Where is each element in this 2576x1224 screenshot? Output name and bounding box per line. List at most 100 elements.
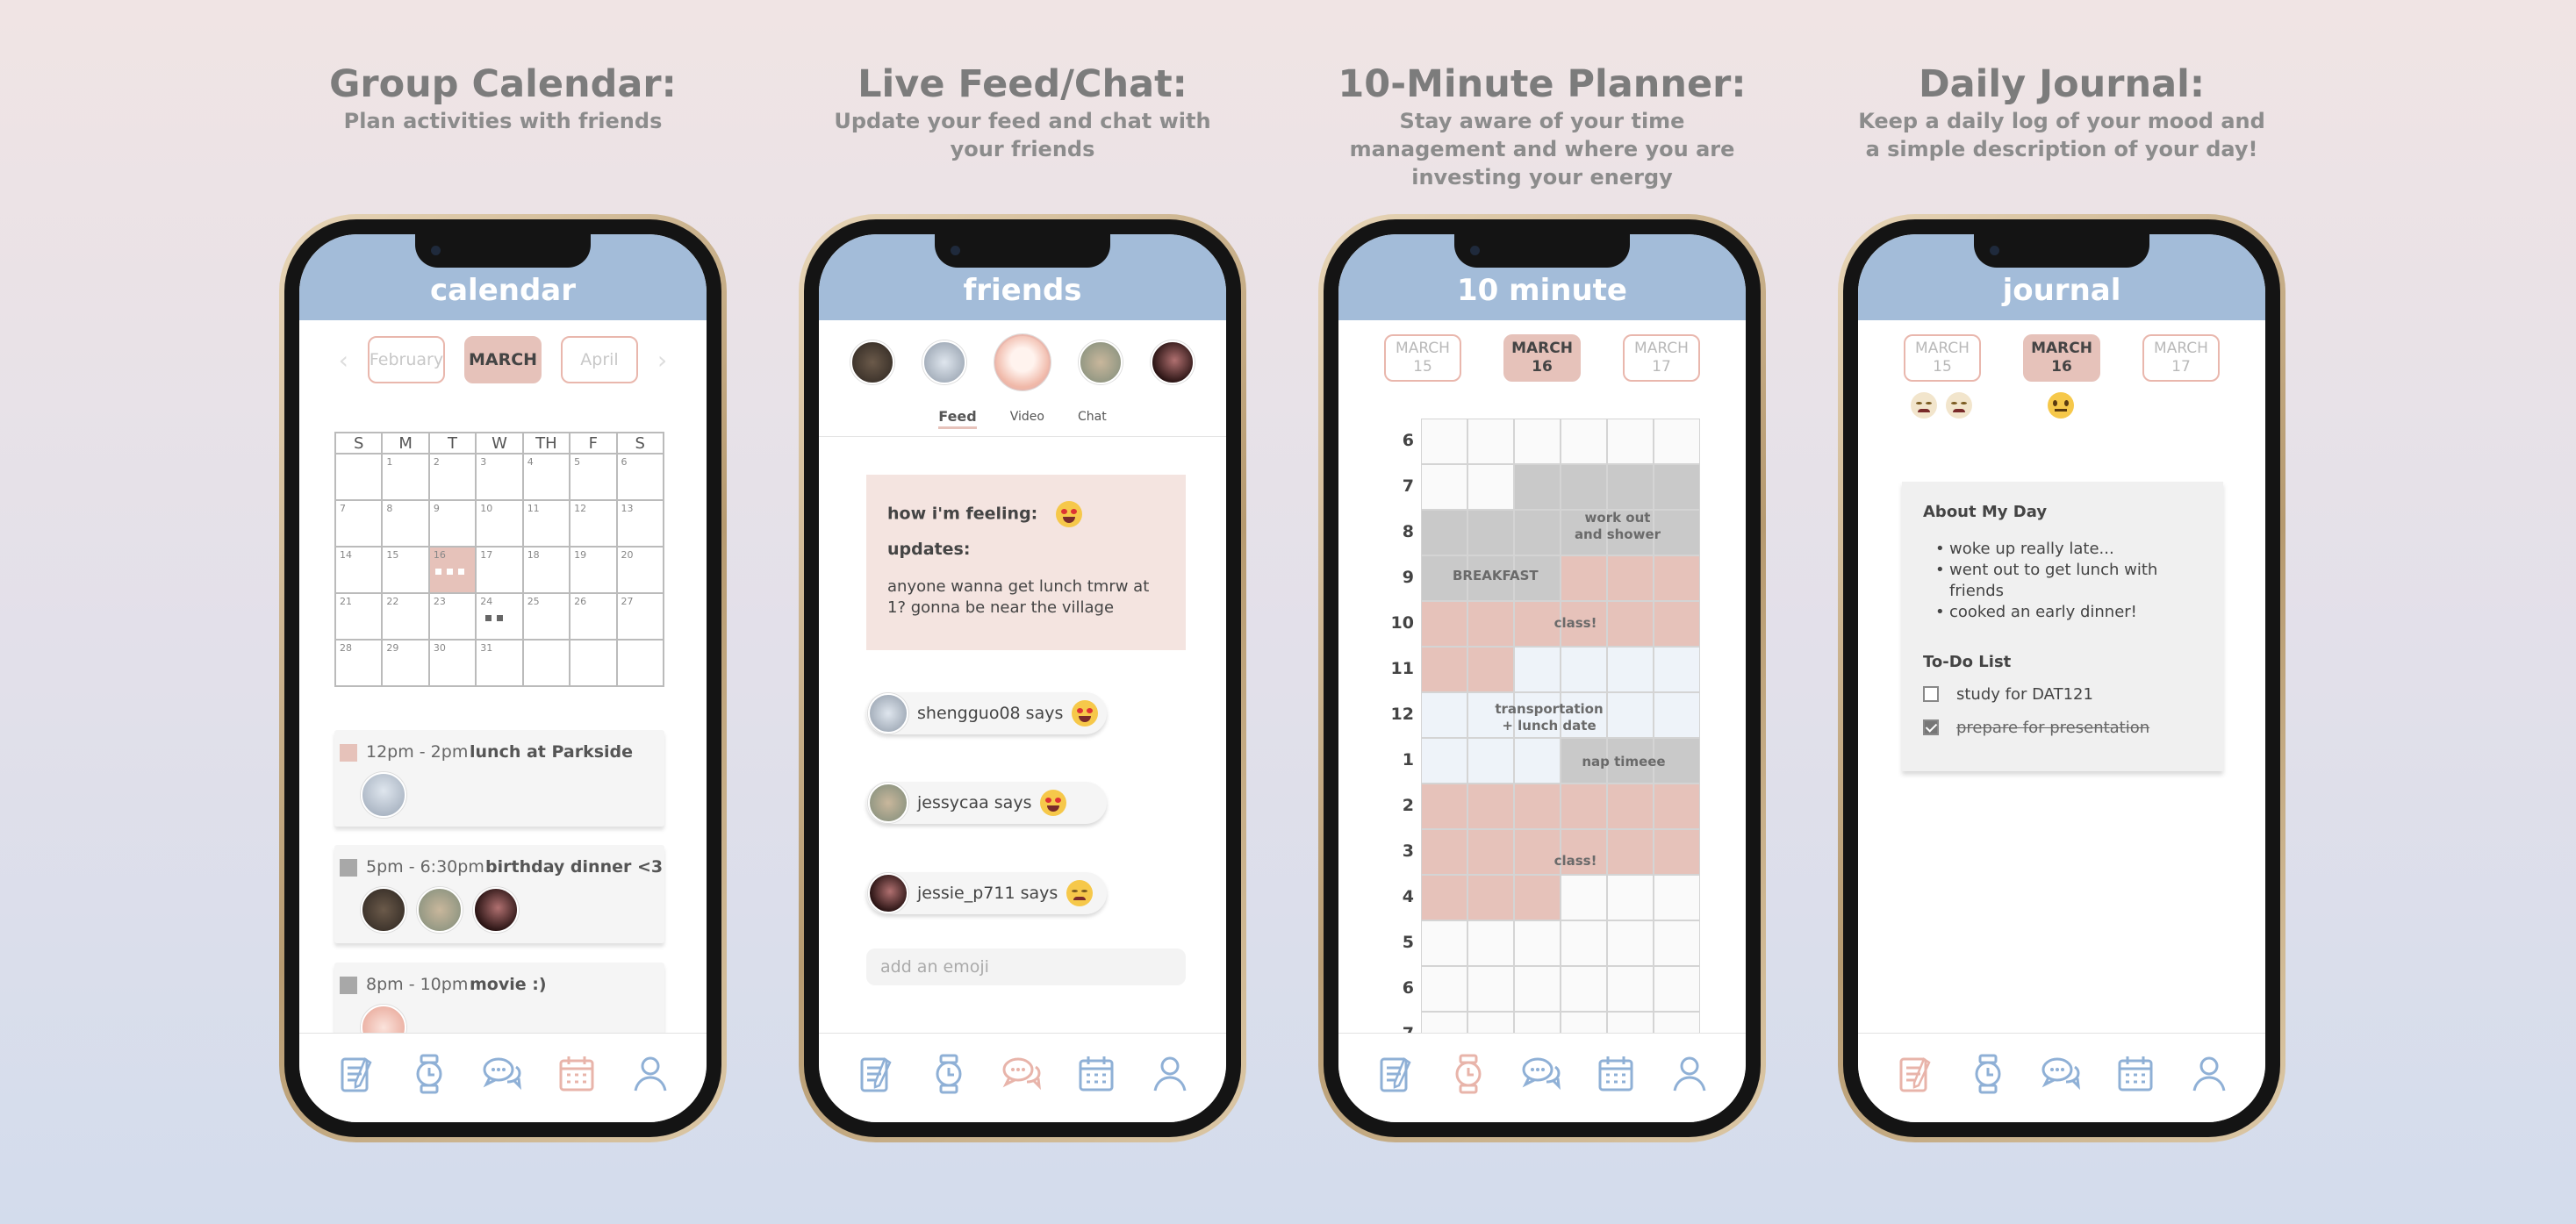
time-block-cell[interactable] xyxy=(1607,419,1654,464)
day-cell[interactable]: 24 xyxy=(475,592,524,641)
avatar[interactable] xyxy=(473,887,519,933)
chevron-right-icon[interactable]: › xyxy=(657,346,667,375)
calendar-icon[interactable] xyxy=(1594,1052,1638,1096)
day-cell[interactable] xyxy=(569,639,618,687)
day-cell[interactable]: 15 xyxy=(381,546,430,594)
day-cell[interactable]: 26 xyxy=(569,592,618,641)
day-cell[interactable]: 22 xyxy=(381,592,430,641)
time-block-cell[interactable] xyxy=(1561,875,1607,920)
friend-avatar-selected[interactable] xyxy=(994,334,1051,390)
friend-avatar[interactable] xyxy=(850,340,894,384)
chat-icon[interactable] xyxy=(2040,1052,2084,1096)
time-block-cell[interactable] xyxy=(1561,966,1607,1012)
time-block-cell[interactable] xyxy=(1514,510,1561,555)
day-cell[interactable]: 21 xyxy=(334,592,384,641)
time-block-cell[interactable] xyxy=(1421,738,1467,784)
friend-avatar[interactable] xyxy=(1151,340,1195,384)
journal-icon[interactable] xyxy=(853,1052,897,1096)
time-block-cell[interactable] xyxy=(1421,464,1467,510)
date-prev-button[interactable]: MARCH 15 xyxy=(1904,334,1981,382)
event-card[interactable]: 12pm - 2pm lunch at Parkside xyxy=(334,730,664,827)
day-cell[interactable] xyxy=(334,453,384,501)
date-next-button[interactable]: MARCH 17 xyxy=(1623,334,1700,382)
time-block-cell[interactable] xyxy=(1607,555,1654,601)
avatar[interactable] xyxy=(417,887,463,933)
day-cell[interactable]: 28 xyxy=(334,639,384,687)
emoji-input[interactable]: add an emoji xyxy=(866,948,1186,985)
todo-checkbox[interactable] xyxy=(1923,686,1939,702)
chat-icon[interactable] xyxy=(481,1052,525,1096)
time-block-cell[interactable] xyxy=(1467,647,1514,692)
watch-icon[interactable] xyxy=(407,1052,451,1096)
time-block-cell[interactable] xyxy=(1421,510,1467,555)
watch-icon[interactable] xyxy=(1966,1052,2010,1096)
time-block-cell[interactable] xyxy=(1561,647,1607,692)
profile-icon[interactable] xyxy=(628,1052,672,1096)
chevron-left-icon[interactable]: ‹ xyxy=(339,346,348,375)
day-cell[interactable]: 3 xyxy=(475,453,524,501)
time-block-cell[interactable] xyxy=(1561,419,1607,464)
reaction-bubble[interactable]: shengguo08 says xyxy=(866,692,1107,734)
day-cell[interactable]: 7 xyxy=(334,499,384,548)
event-card[interactable]: 5pm - 6:30pm birthday dinner <3 xyxy=(334,845,664,943)
time-block-cell[interactable] xyxy=(1467,510,1514,555)
day-cell[interactable]: 13 xyxy=(615,499,665,548)
time-block-cell[interactable] xyxy=(1561,920,1607,966)
time-block-cell[interactable] xyxy=(1467,784,1514,829)
reaction-bubble[interactable]: jessycaa says xyxy=(866,782,1107,824)
time-block-cell[interactable] xyxy=(1654,601,1700,647)
time-block-cell[interactable] xyxy=(1654,555,1700,601)
date-next-button[interactable]: MARCH 17 xyxy=(2142,334,2220,382)
tab-chat[interactable]: Chat xyxy=(1078,408,1107,429)
time-block-cell[interactable] xyxy=(1561,464,1607,510)
time-block-cell[interactable] xyxy=(1467,738,1514,784)
day-cell[interactable]: 12 xyxy=(569,499,618,548)
day-cell[interactable]: 4 xyxy=(521,453,571,501)
month-current-button[interactable]: MARCH xyxy=(464,336,542,383)
time-block-cell[interactable] xyxy=(1607,966,1654,1012)
calendar-icon[interactable] xyxy=(2113,1052,2157,1096)
journal-icon[interactable] xyxy=(1373,1052,1417,1096)
time-block-cell[interactable] xyxy=(1514,875,1561,920)
day-cell[interactable]: 18 xyxy=(521,546,571,594)
chat-icon[interactable] xyxy=(1520,1052,1564,1096)
time-block-cell[interactable] xyxy=(1514,966,1561,1012)
day-cell[interactable]: 9 xyxy=(427,499,477,548)
chat-icon[interactable] xyxy=(1001,1052,1044,1096)
time-block-cell[interactable] xyxy=(1654,966,1700,1012)
time-block-cell[interactable] xyxy=(1467,419,1514,464)
day-cell[interactable]: 31 xyxy=(475,639,524,687)
time-block-cell[interactable] xyxy=(1421,647,1467,692)
date-prev-button[interactable]: MARCH 15 xyxy=(1384,334,1461,382)
month-next-button[interactable]: April xyxy=(561,336,638,383)
time-block-cell[interactable] xyxy=(1607,692,1654,738)
time-block-cell[interactable] xyxy=(1467,464,1514,510)
day-cell[interactable]: 27 xyxy=(615,592,665,641)
time-block-cell[interactable] xyxy=(1421,419,1467,464)
time-block-cell[interactable] xyxy=(1421,829,1467,875)
avatar[interactable] xyxy=(361,772,406,818)
time-block-cell[interactable] xyxy=(1654,647,1700,692)
day-cell[interactable]: 25 xyxy=(521,592,571,641)
time-block-cell[interactable] xyxy=(1421,875,1467,920)
day-cell[interactable]: 29 xyxy=(381,639,430,687)
watch-icon[interactable] xyxy=(927,1052,971,1096)
time-block-cell[interactable] xyxy=(1467,920,1514,966)
time-block-cell[interactable] xyxy=(1467,875,1514,920)
day-cell[interactable]: 30 xyxy=(427,639,477,687)
time-block-cell[interactable] xyxy=(1654,875,1700,920)
day-cell-selected[interactable]: 16 xyxy=(427,546,477,594)
day-cell[interactable]: 2 xyxy=(427,453,477,501)
day-cell[interactable]: 5 xyxy=(569,453,618,501)
day-cell[interactable]: 6 xyxy=(615,453,665,501)
profile-icon[interactable] xyxy=(2187,1052,2231,1096)
reaction-bubble[interactable]: jessie_p711 says xyxy=(866,872,1107,914)
day-cell[interactable] xyxy=(521,639,571,687)
time-block-cell[interactable] xyxy=(1514,738,1561,784)
time-block-cell[interactable] xyxy=(1467,601,1514,647)
watch-icon[interactable] xyxy=(1446,1052,1490,1096)
time-block-cell[interactable] xyxy=(1607,784,1654,829)
time-block-cell[interactable] xyxy=(1421,920,1467,966)
time-block-cell[interactable] xyxy=(1654,692,1700,738)
time-block-cell[interactable] xyxy=(1607,875,1654,920)
